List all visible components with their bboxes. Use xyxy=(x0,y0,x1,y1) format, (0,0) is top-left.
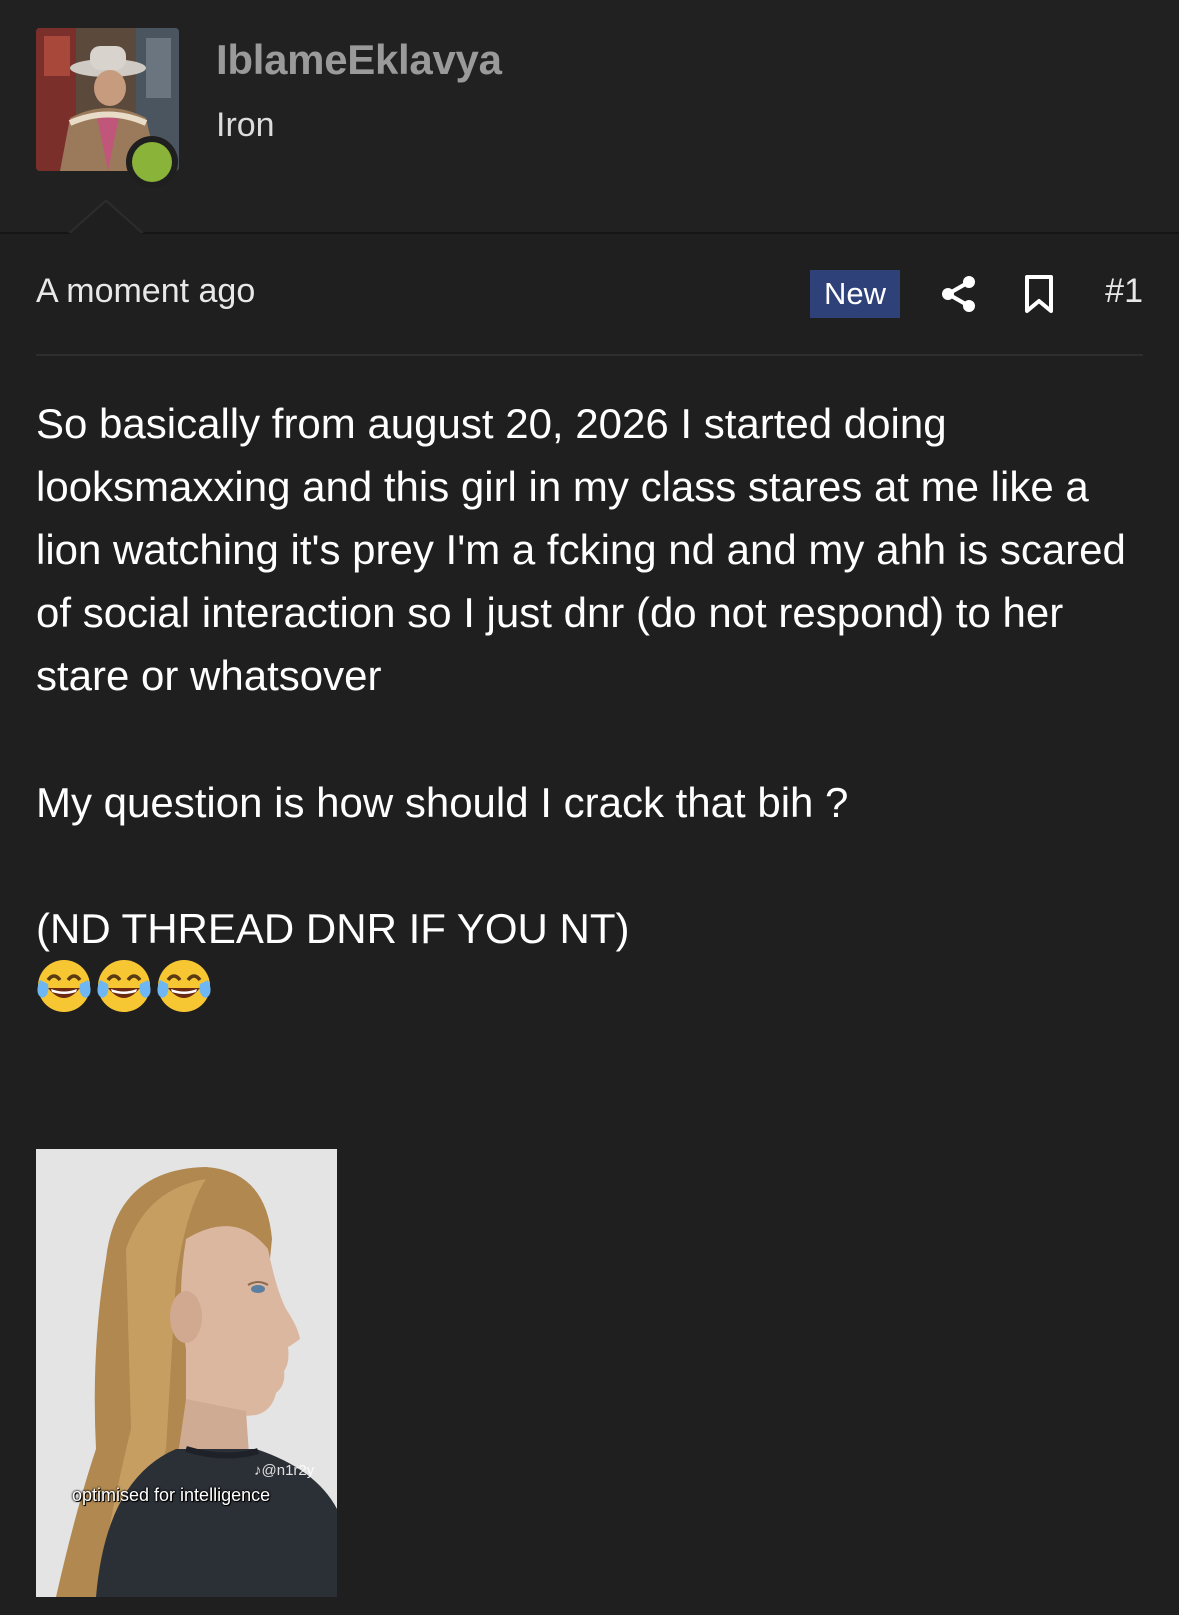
online-status-indicator xyxy=(126,136,178,188)
post-paragraph: My question is how should I crack that b… xyxy=(36,779,849,826)
post-paragraph: (ND THREAD DNR IF YOU NT) xyxy=(36,905,630,952)
bookmark-icon[interactable] xyxy=(1022,274,1056,314)
header-pointer xyxy=(70,202,142,234)
crying-laughing-emoji-icon xyxy=(37,960,91,1012)
username[interactable]: IblameEklavya xyxy=(216,36,502,84)
post-paragraph: So basically from august 20, 2026 I star… xyxy=(36,400,1126,699)
emoji-line xyxy=(36,958,212,1018)
crying-laughing-emoji-icon xyxy=(157,960,211,1012)
post-body: So basically from august 20, 2026 I star… xyxy=(36,392,1146,707)
share-icon[interactable] xyxy=(939,274,979,314)
image-caption: optimised for intelligence xyxy=(72,1485,271,1505)
crying-laughing-emoji-icon xyxy=(97,960,151,1012)
user-rank: Iron xyxy=(216,106,275,144)
image-attachment[interactable]: ♪@n1r2y optimised for intelligence xyxy=(36,1149,337,1597)
post-author-header: IblameEklavya Iron xyxy=(0,0,1179,234)
post-number-link[interactable]: #1 xyxy=(1105,272,1143,311)
new-badge: New xyxy=(810,270,900,318)
meta-divider xyxy=(36,354,1143,356)
post-meta-bar: A moment ago New #1 xyxy=(36,264,1143,320)
watermark: ♪@n1r2y xyxy=(254,1462,315,1479)
post-timestamp[interactable]: A moment ago xyxy=(36,272,255,311)
tiktok-icon: ♪ xyxy=(254,1462,262,1479)
